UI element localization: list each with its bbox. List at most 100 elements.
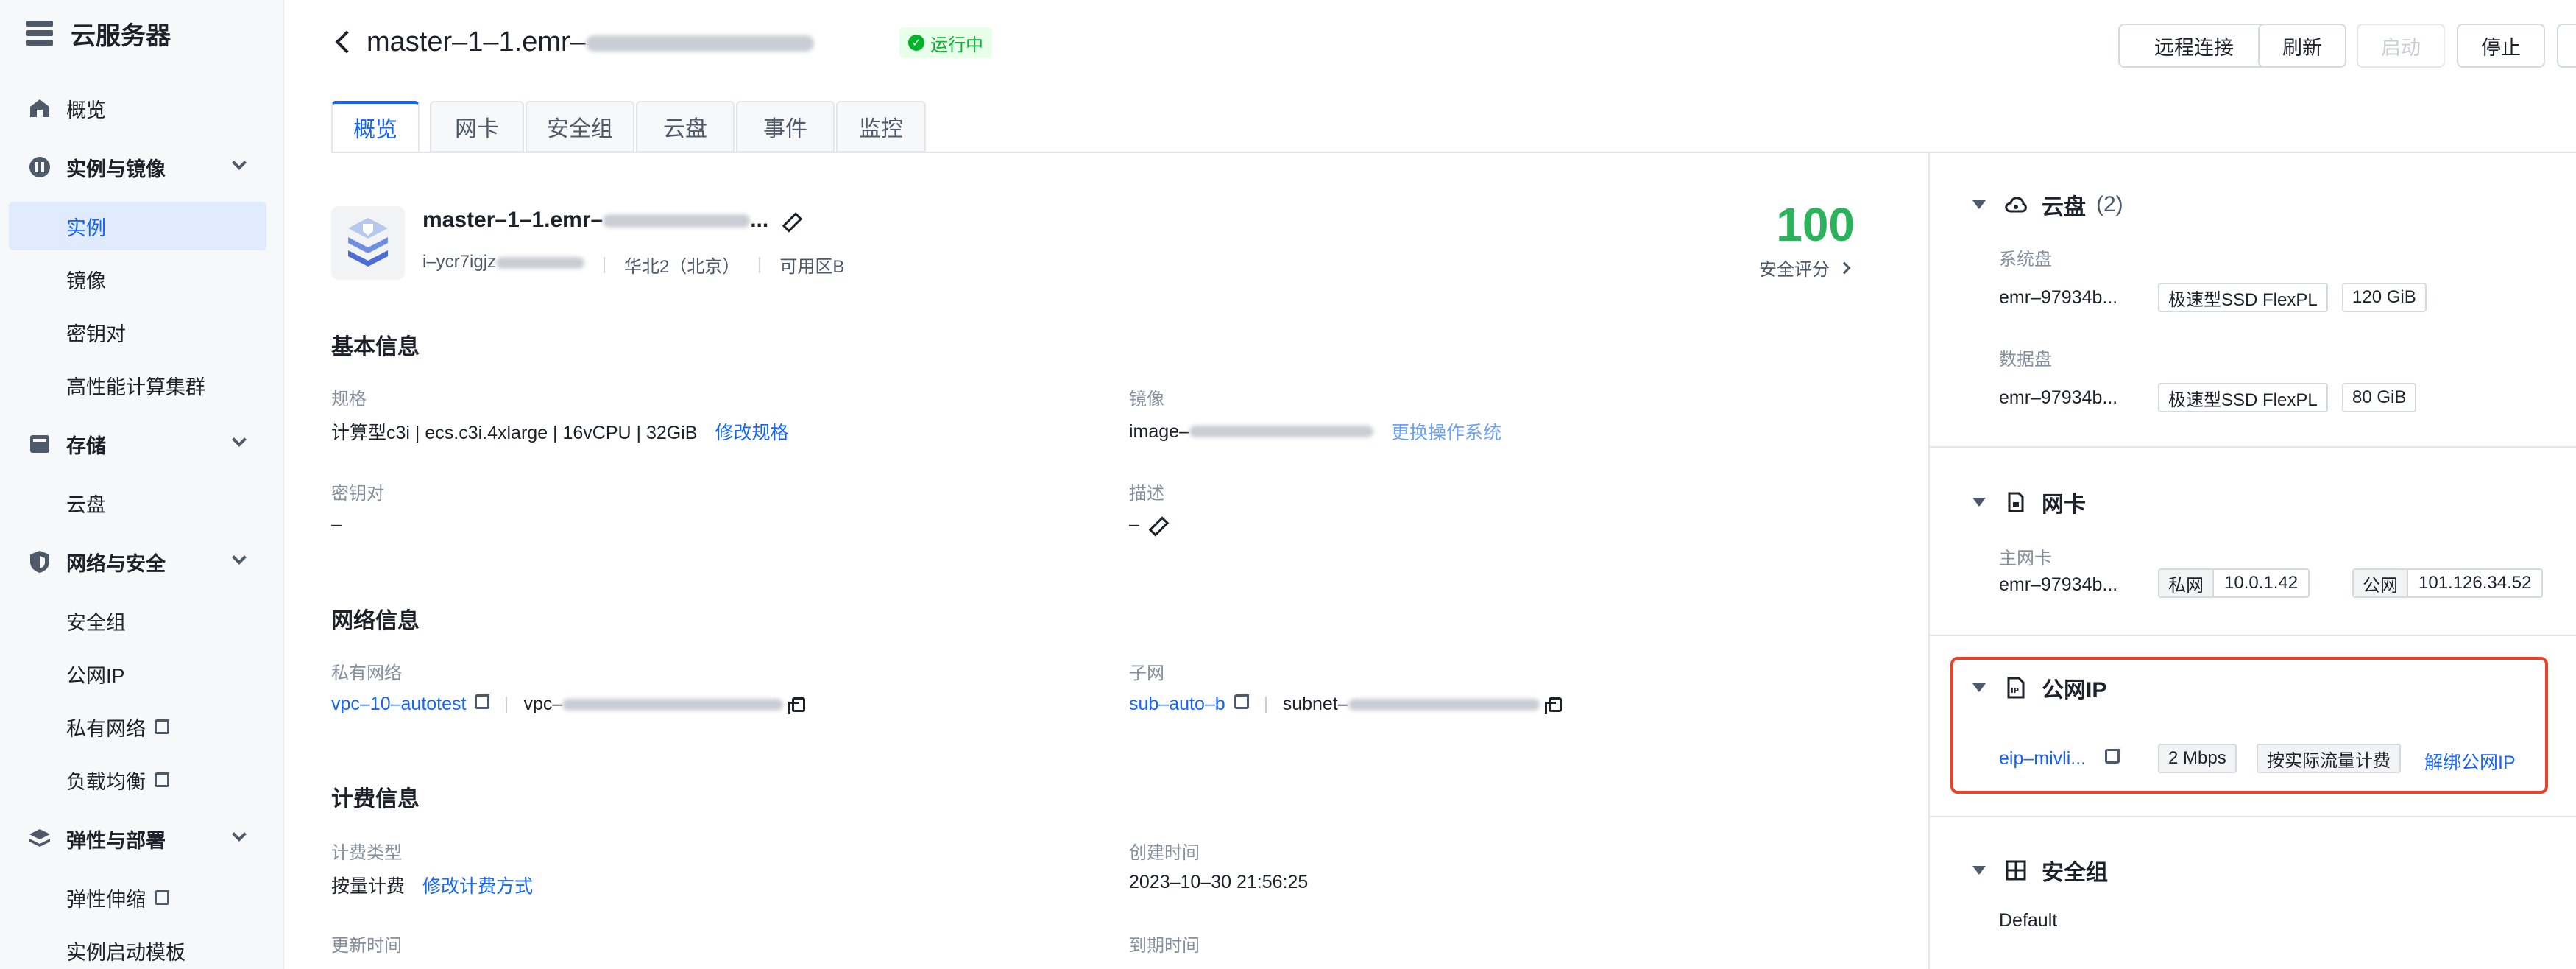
tab-events[interactable]: 事件 <box>736 101 835 152</box>
description-label: 描述 <box>1129 484 1164 504</box>
keypair-label: 密钥对 <box>331 484 384 504</box>
system-disk-name: emr–97934b... <box>1999 287 2118 308</box>
redacted-text <box>585 35 814 52</box>
sidebar-title: 云服务器 <box>26 15 171 52</box>
billing-info-title: 计费信息 <box>331 787 420 811</box>
divider <box>1264 696 1267 713</box>
start-button[interactable]: 启动 <box>2357 24 2445 68</box>
layers-icon <box>28 827 52 850</box>
disk-section-header[interactable]: 云盘 (2) <box>1972 188 2123 221</box>
sidebar-item-hpc-cluster[interactable]: 高性能计算集群 <box>0 361 284 409</box>
nic-icon <box>2005 491 2027 513</box>
sidebar: 云服务器 概览 实例与镜像 实例 镜像 密钥对 高性能计算集群 存储 云盘 网络… <box>0 0 284 969</box>
sidebar-item-public-ip[interactable]: 公网IP <box>0 649 284 698</box>
sidebar-item-load-balancer[interactable]: 负载均衡 <box>0 755 284 804</box>
eip-billing: 按实际流量计费 <box>2257 744 2401 773</box>
divider <box>506 696 508 713</box>
tab-overview[interactable]: 概览 <box>331 101 420 152</box>
expire-time-label: 到期时间 <box>1129 936 1200 956</box>
back-arrow-icon[interactable] <box>335 30 358 54</box>
sg-section-header[interactable]: 安全组 <box>1972 854 2108 887</box>
subnet-label: 子网 <box>1129 663 1164 683</box>
security-score-link[interactable]: 安全评分 <box>1759 255 1851 281</box>
data-disk-size: 80 GiB <box>2342 383 2417 412</box>
edit-icon[interactable] <box>1150 517 1166 533</box>
redacted-text <box>1348 698 1540 711</box>
network-info-title: 网络信息 <box>331 609 420 633</box>
chevron-down-icon <box>232 155 247 170</box>
public-ip-tag: 公网 101.126.34.52 <box>2352 568 2544 598</box>
eip-link[interactable]: eip–mivli... <box>1999 747 2123 769</box>
subnet-link[interactable]: sub–auto–b <box>1129 694 1225 715</box>
data-disk-name: emr–97934b... <box>1999 387 2118 408</box>
refresh-button[interactable]: 刷新 <box>2258 24 2346 68</box>
instance-icon <box>28 155 52 179</box>
data-disk-label: 数据盘 <box>1999 350 2052 370</box>
system-disk-label: 系统盘 <box>1999 250 2052 269</box>
remote-connect-button[interactable]: 远程连接 <box>2118 24 2270 68</box>
description-value: – <box>1129 514 1166 535</box>
divider <box>604 256 606 273</box>
security-group-name: Default <box>1999 910 2058 931</box>
external-link-icon <box>1234 691 1251 709</box>
caret-down-icon <box>1972 683 1986 692</box>
tab-security-group[interactable]: 安全组 <box>526 101 634 152</box>
instance-meta: i–ycr7igjz 华北2（北京） 可用区B <box>422 252 845 277</box>
sidebar-item-security-groups[interactable]: 安全组 <box>0 596 284 645</box>
chevron-down-icon <box>232 550 247 565</box>
eip-section-header[interactable]: IP 公网IP <box>1972 672 2106 704</box>
data-disk-type: 极速型SSD FlexPL <box>2158 383 2328 412</box>
vpc-link[interactable]: vpc–10–autotest <box>331 694 466 715</box>
nic-section-header[interactable]: 网卡 <box>1972 486 2086 518</box>
edit-icon[interactable] <box>783 213 799 229</box>
sidebar-item-autoscaling[interactable]: 弹性伸缩 <box>0 873 284 922</box>
sidebar-group-storage[interactable]: 存储 <box>0 420 284 468</box>
security-group-icon <box>2005 859 2027 881</box>
billing-type-value: 按量计费 修改计费方式 <box>331 872 533 898</box>
divider <box>759 256 761 273</box>
spec-value: 计算型c3i | ecs.c3i.4xlarge | 16vCPU | 32Gi… <box>331 418 788 445</box>
tab-monitoring[interactable]: 监控 <box>836 101 926 152</box>
sidebar-group-instances-images[interactable]: 实例与镜像 <box>0 143 284 191</box>
billing-type-label: 计费类型 <box>331 843 402 863</box>
divider <box>1928 446 2576 448</box>
sidebar-item-vpc[interactable]: 私有网络 <box>0 702 284 751</box>
sidebar-group-network-security[interactable]: 网络与安全 <box>0 538 284 586</box>
caret-down-icon <box>1972 498 1986 507</box>
vpc-label: 私有网络 <box>331 663 402 683</box>
modify-billing-link[interactable]: 修改计费方式 <box>422 872 533 898</box>
divider <box>1928 816 2576 817</box>
redacted-text <box>496 256 585 269</box>
unbind-eip-link[interactable]: 解绑公网IP <box>2424 748 2516 775</box>
sidebar-item-instances[interactable]: 实例 <box>9 202 266 250</box>
sidebar-item-images[interactable]: 镜像 <box>0 255 284 303</box>
modify-spec-link[interactable]: 修改规格 <box>715 418 788 445</box>
subnet-value: sub–auto–b subnet– <box>1129 691 1562 715</box>
sidebar-item-overview[interactable]: 概览 <box>0 84 284 133</box>
system-disk-size: 120 GiB <box>2342 283 2427 312</box>
sidebar-group-elastic-deploy[interactable]: 弹性与部署 <box>0 814 284 863</box>
sidebar-item-keypairs[interactable]: 密钥对 <box>0 308 284 356</box>
shield-icon <box>28 550 52 574</box>
sidebar-item-launch-templates[interactable]: 实例启动模板 <box>0 926 284 969</box>
updated-time-label: 更新时间 <box>331 936 402 956</box>
server-icon <box>26 21 53 46</box>
change-os-link[interactable]: 更换操作系统 <box>1391 418 1501 445</box>
eip-bandwidth: 2 Mbps <box>2158 744 2237 773</box>
storage-icon <box>28 432 52 456</box>
tab-nic[interactable]: 网卡 <box>430 101 524 152</box>
stop-button[interactable]: 停止 <box>2457 24 2545 68</box>
more-button[interactable] <box>2557 24 2576 68</box>
instance-logo-icon <box>331 206 405 280</box>
copy-icon[interactable] <box>788 697 806 714</box>
home-icon <box>28 96 52 120</box>
sidebar-item-disks[interactable]: 云盘 <box>0 479 284 527</box>
external-link-icon <box>155 888 171 906</box>
main-nic-label: 主网卡 <box>1999 549 2052 568</box>
page-title: master–1–1.emr– <box>367 27 814 58</box>
tab-disks[interactable]: 云盘 <box>636 101 735 152</box>
system-disk-type: 极速型SSD FlexPL <box>2158 283 2328 312</box>
check-circle-icon: ✓ <box>908 35 924 51</box>
image-value: image– 更换操作系统 <box>1129 418 1501 445</box>
copy-icon[interactable] <box>1544 697 1562 714</box>
